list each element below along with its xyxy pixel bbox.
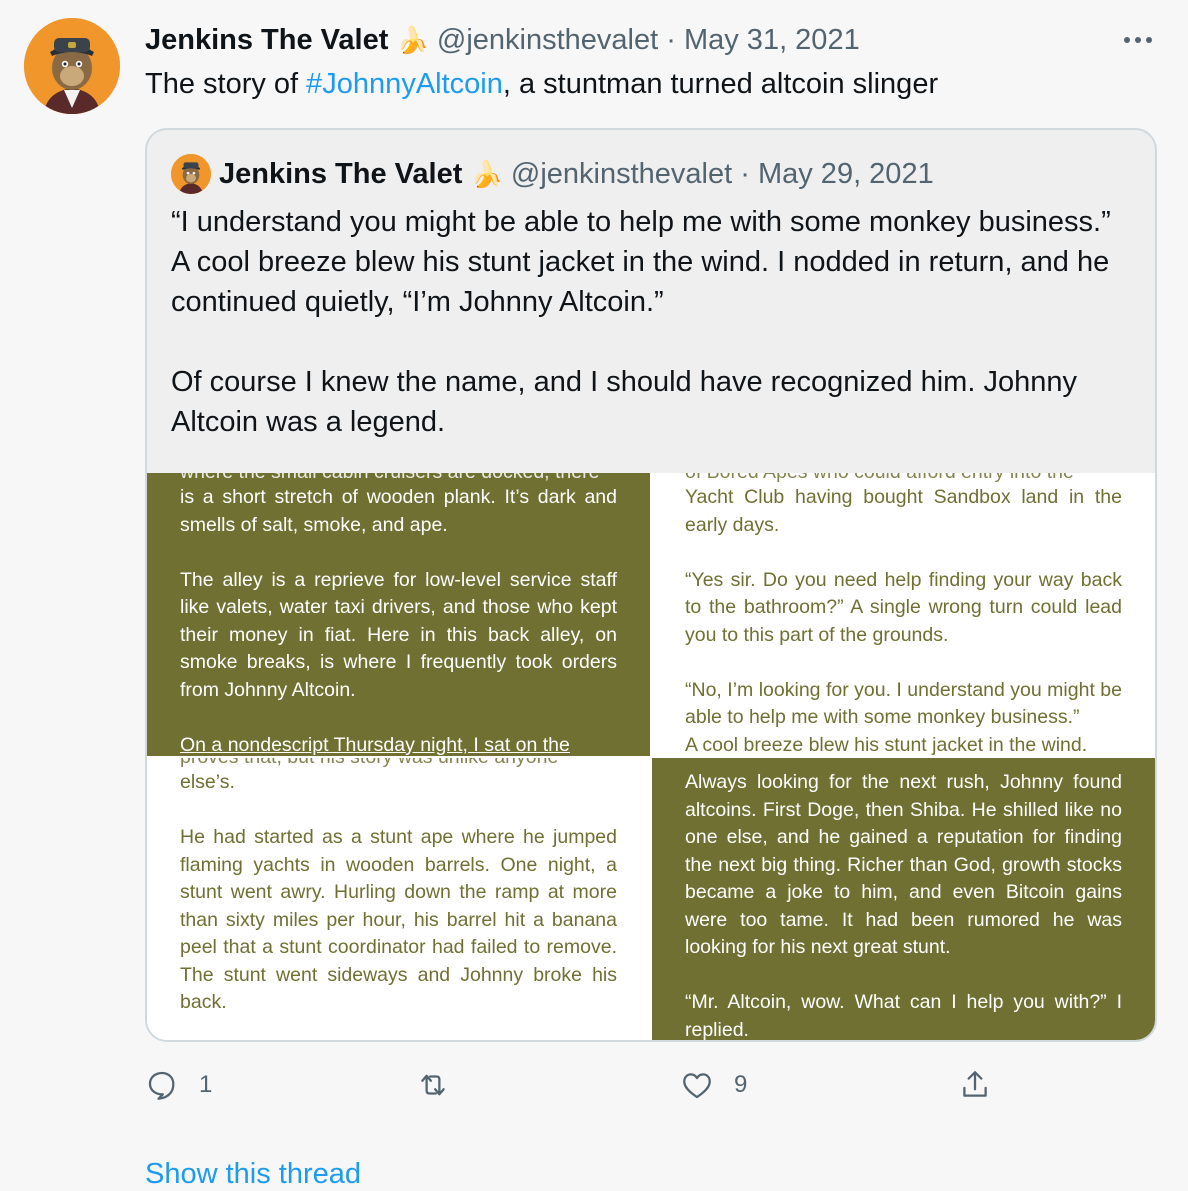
tweet-actions: 1 9 — [0, 1068, 1188, 1108]
quoted-paragraph-1: “I understand you might be able to help … — [171, 206, 1111, 318]
banana-icon: 🍌 — [396, 25, 429, 55]
author-handle[interactable]: @jenkinsthevalet — [437, 24, 658, 56]
page-text: is a short stretch of wooden plank. It’s… — [180, 486, 617, 536]
header-separator: · — [666, 24, 676, 56]
reply-button[interactable]: 1 — [145, 1068, 212, 1102]
page-text: else’s. — [180, 771, 235, 793]
page-cut-line-bottom: On a nondescript Thursday night, I sat o… — [180, 733, 570, 756]
show-thread-link[interactable]: Show this thread — [145, 1158, 361, 1191]
media-image-4[interactable]: Always looking for the next rush, Johnny… — [652, 758, 1155, 1040]
page-text: “Mr. Altcoin, wow. What can I help you w… — [685, 991, 1122, 1040]
tweet-text-end: , a stuntman turned altcoin slinger — [502, 68, 939, 100]
share-button[interactable] — [958, 1068, 992, 1102]
quoted-tweet[interactable]: Jenkins The Valet 🍌 @jenkinsthevalet · M… — [145, 128, 1157, 1042]
page-text: He had started as a stunt ape where he j… — [180, 826, 617, 1013]
retweet-icon — [421, 1074, 445, 1096]
hashtag-link[interactable]: #JohnnyAltcoin — [306, 68, 503, 100]
like-count: 9 — [734, 1071, 748, 1098]
media-image-3[interactable]: proves that, but his story was unlike an… — [147, 758, 650, 1040]
page-text: Always looking for the next rush, Johnny… — [685, 771, 1122, 958]
tweet-text-start: The story of — [145, 68, 307, 100]
quoted-tweet-date: May 29, 2021 — [757, 158, 934, 190]
page-text: The alley is a reprieve for low-level se… — [180, 568, 617, 701]
quoted-tweet-header: Jenkins The Valet 🍌 @jenkinsthevalet · M… — [219, 156, 934, 192]
reply-icon — [148, 1071, 175, 1100]
quoted-author-name: Jenkins The Valet — [219, 158, 463, 190]
banana-icon: 🍌 — [470, 159, 503, 189]
share-icon — [963, 1071, 987, 1097]
media-image-1[interactable]: where the small cabin cruisers are docke… — [147, 473, 650, 756]
author-avatar[interactable] — [24, 18, 120, 114]
tweet-header: Jenkins The Valet 🍌 @jenkinsthevalet · M… — [145, 22, 860, 58]
quoted-author-avatar — [171, 154, 211, 194]
tweet-text: The story of #JohnnyAltcoin, a stuntman … — [145, 66, 938, 102]
author-name[interactable]: Jenkins The Valet — [145, 24, 388, 56]
media-image-2[interactable]: of Bored Apes who could afford entry int… — [652, 473, 1155, 756]
like-button[interactable]: 9 — [680, 1068, 747, 1102]
page-text: “No, I’m looking for you. I understand y… — [685, 678, 1122, 729]
tweet-date[interactable]: May 31, 2021 — [684, 24, 860, 56]
quoted-tweet-text: “I understand you might be able to help … — [171, 202, 1111, 482]
page-cut-line-top: of Bored Apes who could afford entry int… — [685, 473, 1122, 487]
heart-icon — [683, 1073, 711, 1099]
more-options-icon[interactable] — [1118, 26, 1158, 54]
quoted-author-handle: @jenkinsthevalet — [510, 158, 733, 190]
quoted-paragraph-2: Of course I knew the name, and I should … — [171, 366, 1077, 438]
reply-count: 1 — [199, 1071, 213, 1098]
ape-avatar-image — [24, 18, 120, 114]
header-separator: · — [740, 158, 750, 190]
page-cut-line-bottom: A cool breeze blew his stunt jacket in t… — [685, 733, 1088, 756]
ape-avatar-image — [171, 154, 211, 194]
page-text: Yacht Club having bought Sandbox land in… — [685, 486, 1122, 536]
retweet-button[interactable] — [416, 1068, 470, 1102]
page-cut-line-top: where the small cabin cruisers are docke… — [180, 473, 617, 487]
page-cut-line-top: proves that, but his story was unlike an… — [180, 758, 617, 772]
media-grid: where the small cabin cruisers are docke… — [147, 473, 1155, 1040]
page-text: “Yes sir. Do you need help finding your … — [685, 568, 1122, 646]
